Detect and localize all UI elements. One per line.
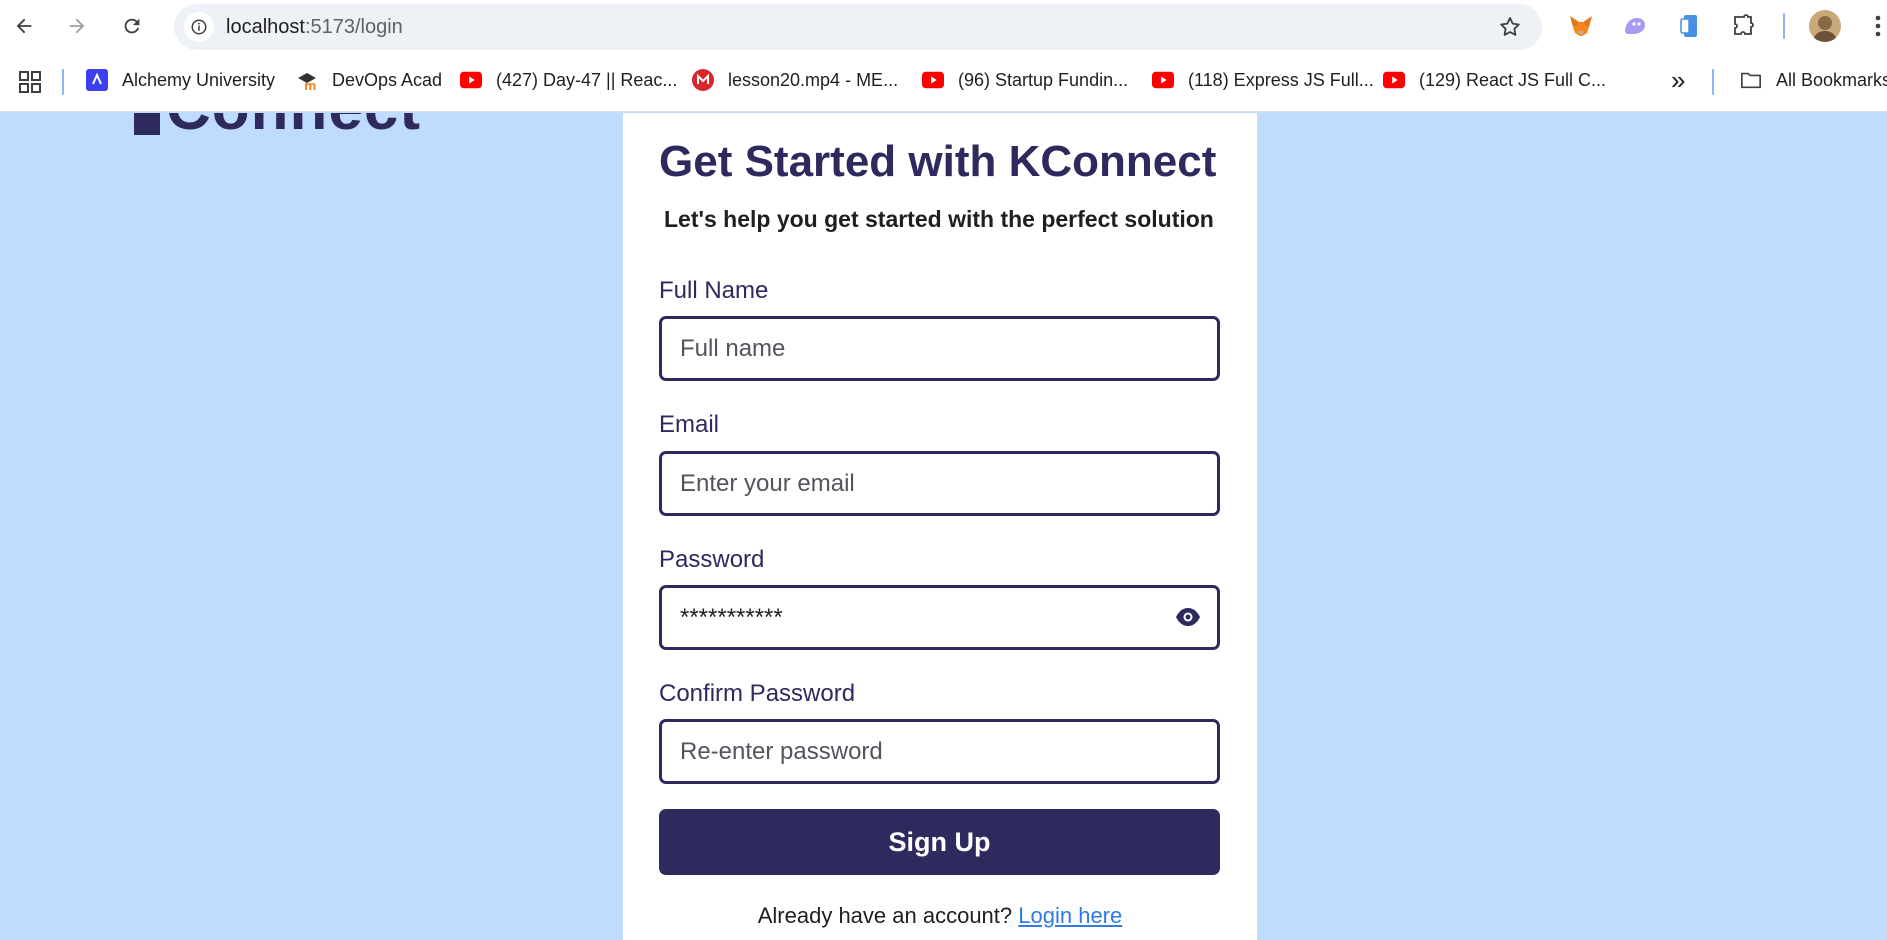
full-name-input[interactable] <box>680 319 1180 378</box>
device-extension-icon[interactable] <box>1676 12 1704 40</box>
more-bookmarks-button[interactable]: » <box>1671 65 1685 96</box>
metamask-icon[interactable] <box>1567 12 1595 40</box>
bookmark-label: Alchemy University <box>122 69 276 90</box>
confirm-password-label: Confirm Password <box>659 680 856 707</box>
site-info-icon[interactable] <box>184 12 214 42</box>
url-text[interactable]: localhost:5173/login <box>226 16 403 39</box>
bookmark-youtube-react[interactable]: (129) React JS Full C... <box>1383 69 1606 91</box>
full-name-field[interactable] <box>659 316 1220 381</box>
back-button[interactable] <box>8 10 40 42</box>
show-password-icon[interactable] <box>1175 604 1201 630</box>
confirm-password-field[interactable] <box>659 719 1220 784</box>
youtube-icon <box>922 69 944 91</box>
login-prompt: Already have an account? Login here <box>623 903 1257 929</box>
site-logo: Connect <box>166 113 421 144</box>
signup-card: Get Started with KConnect Let's help you… <box>623 113 1257 940</box>
reload-icon <box>124 18 140 34</box>
browser-toolbar: localhost:5173/login <box>0 0 1887 52</box>
page-title: Get Started with KConnect <box>659 137 1217 186</box>
bookmark-label: DevOps Acad <box>332 69 443 90</box>
confirm-password-input[interactable] <box>680 722 1180 781</box>
youtube-icon <box>1152 69 1174 91</box>
bookmark-star-icon[interactable] <box>1498 15 1522 44</box>
bookmark-label: lesson20.mp4 - ME... <box>728 69 899 90</box>
toolbar-divider <box>1783 13 1785 39</box>
signup-page: Connect Get Started with KConnect Let's … <box>0 113 1887 940</box>
bookmark-label: (427) Day-47 || Reac... <box>496 69 678 90</box>
bookmarks-bar: Alchemy University m DevOps Acad (427) D… <box>0 52 1887 112</box>
folder-icon <box>1740 69 1762 91</box>
all-bookmarks-label: All Bookmarks <box>1776 69 1887 90</box>
email-label: Email <box>659 411 720 438</box>
page-subtitle: Let's help you get started with the perf… <box>664 206 1214 232</box>
bookmark-label: (118) Express JS Full... <box>1188 69 1374 90</box>
password-label: Password <box>659 546 765 573</box>
forward-button[interactable] <box>61 10 93 42</box>
sign-up-button[interactable]: Sign Up <box>659 809 1220 875</box>
password-input[interactable] <box>680 588 1180 647</box>
svg-text:m: m <box>304 79 317 91</box>
login-link[interactable]: Login here <box>1018 903 1122 928</box>
email-field[interactable] <box>659 451 1220 516</box>
bookmark-mega-lesson20[interactable]: lesson20.mp4 - ME... <box>692 69 898 91</box>
youtube-icon <box>1383 69 1405 91</box>
back-arrow-icon <box>16 18 32 34</box>
login-prompt-text: Already have an account? <box>757 903 1013 928</box>
alchemy-icon <box>86 69 108 91</box>
bookmark-youtube-startup[interactable]: (96) Startup Fundin... <box>922 69 1128 91</box>
forward-arrow-icon <box>69 18 85 34</box>
mega-icon <box>692 69 714 91</box>
bookmark-label: (129) React JS Full C... <box>1419 69 1607 90</box>
reload-button[interactable] <box>116 10 148 42</box>
address-bar[interactable]: localhost:5173/login <box>174 4 1542 50</box>
bookmark-youtube-express[interactable]: (118) Express JS Full... <box>1152 69 1374 91</box>
apps-grid-icon[interactable] <box>18 70 42 94</box>
browser-menu-icon[interactable] <box>1864 12 1887 40</box>
full-name-label: Full Name <box>659 277 769 304</box>
bookmark-label: (96) Startup Fundin... <box>958 69 1129 90</box>
bookmark-devops[interactable]: m DevOps Acad <box>296 69 442 91</box>
devops-icon: m <box>296 69 318 91</box>
bookmarks-divider <box>1712 69 1714 95</box>
url-path: :5173/login <box>304 16 403 38</box>
url-host: localhost <box>226 16 305 38</box>
bookmark-youtube-day47[interactable]: (427) Day-47 || Reac... <box>460 69 677 91</box>
youtube-icon <box>460 69 482 91</box>
ghost-extension-icon[interactable] <box>1621 12 1649 40</box>
bookmarks-divider <box>62 69 64 95</box>
extensions-puzzle-icon[interactable] <box>1730 12 1758 40</box>
all-bookmarks-folder[interactable]: All Bookmarks <box>1740 69 1887 91</box>
password-field[interactable] <box>659 585 1220 650</box>
logo-mark <box>134 113 160 135</box>
bookmark-alchemy[interactable]: Alchemy University <box>86 69 275 91</box>
email-input[interactable] <box>680 454 1180 513</box>
profile-avatar[interactable] <box>1809 10 1841 42</box>
